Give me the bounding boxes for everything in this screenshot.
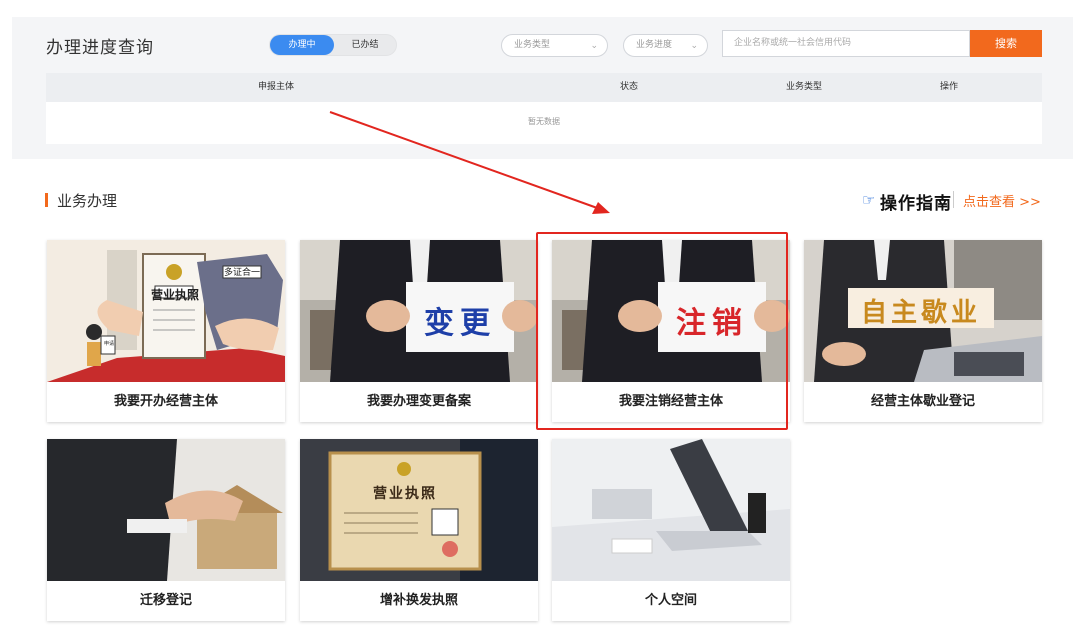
annotation-arrow bbox=[329, 111, 610, 214]
